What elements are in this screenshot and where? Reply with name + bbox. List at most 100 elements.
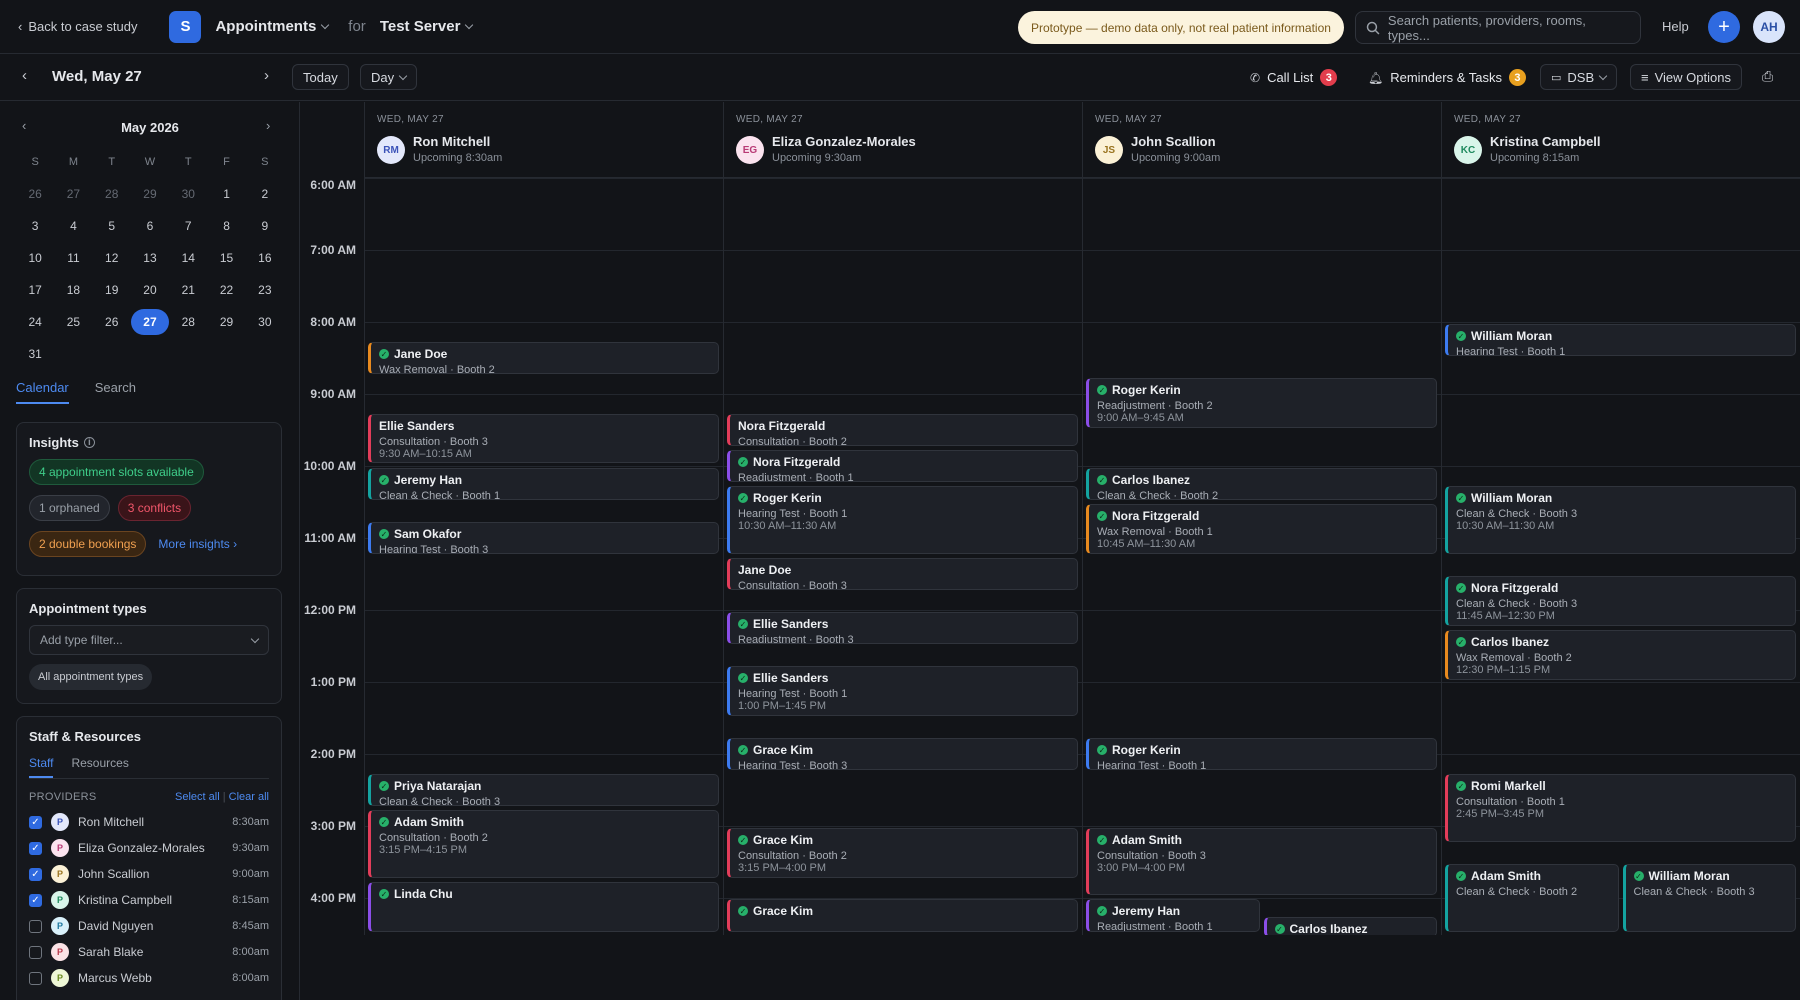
- next-month-button[interactable]: ›: [266, 118, 270, 133]
- double-bookings-chip[interactable]: 2 double bookings: [29, 531, 147, 557]
- user-avatar[interactable]: AH: [1753, 11, 1785, 43]
- calendar-day[interactable]: 25: [54, 315, 92, 329]
- appointment-card[interactable]: ✓ William Moran Clean & Check · Booth 3 10:…: [1445, 486, 1796, 554]
- calendar-day[interactable]: 31: [16, 347, 54, 361]
- appointment-card[interactable]: Jane Doe Consultation · Booth 3: [727, 558, 1078, 590]
- help-button[interactable]: Help: [1662, 19, 1689, 34]
- conflicts-chip[interactable]: 3 conflicts: [117, 495, 192, 521]
- view-options-button[interactable]: ≡ View Options: [1630, 64, 1742, 90]
- tab-calendar[interactable]: Calendar: [16, 380, 69, 404]
- appointment-card[interactable]: ✓ Jeremy Han Clean & Check · Booth 1: [368, 468, 719, 500]
- calendar-day[interactable]: 30: [169, 187, 207, 201]
- calendar-day[interactable]: 17: [16, 283, 54, 297]
- print-icon[interactable]: ⎙: [1762, 68, 1773, 85]
- calendar-day[interactable]: 15: [207, 251, 245, 265]
- calendar-day[interactable]: 3: [16, 219, 54, 233]
- provider-checkbox[interactable]: ✓: [29, 867, 42, 881]
- clear-all-link[interactable]: Clear all: [229, 791, 269, 803]
- back-link[interactable]: ‹ Back to case study: [18, 19, 137, 34]
- appointment-card[interactable]: ✓ Grace Kim: [727, 899, 1078, 932]
- calendar-day[interactable]: 26: [16, 187, 54, 201]
- more-insights-link[interactable]: More insights ›: [158, 537, 237, 551]
- app-switcher[interactable]: Appointments: [215, 18, 330, 35]
- calendar-day[interactable]: 2: [246, 187, 284, 201]
- calendar-day[interactable]: 8: [207, 219, 245, 233]
- slots-chip[interactable]: 4 appointment slots available: [29, 459, 204, 485]
- appointment-card[interactable]: ✓ Roger Kerin Hearing Test · Booth 1 10:30 …: [727, 486, 1078, 554]
- calendar-day[interactable]: 5: [93, 219, 131, 233]
- calendar-day[interactable]: 10: [16, 251, 54, 265]
- calendar-day[interactable]: 7: [169, 219, 207, 233]
- appointment-card[interactable]: ✓ Adam Smith Clean & Check · Booth 2: [1445, 864, 1619, 932]
- appointment-card[interactable]: ✓ Romi Markell Consultation · Booth 1 2:45 …: [1445, 774, 1796, 842]
- appointment-card[interactable]: ✓ Roger Kerin Hearing Test · Booth 1: [1086, 738, 1437, 770]
- appointment-card[interactable]: ✓ Grace Kim Consultation · Booth 2 3:15 PM–…: [727, 828, 1078, 878]
- calendar-day[interactable]: 24: [16, 315, 54, 329]
- calendar-day[interactable]: 29: [131, 187, 169, 201]
- provider-checkbox[interactable]: ✓: [29, 893, 42, 907]
- reminders-button[interactable]: 🔔︎ Reminders & Tasks 3: [1368, 69, 1526, 86]
- select-all-link[interactable]: Select all: [175, 791, 220, 803]
- calendar-day[interactable]: 16: [246, 251, 284, 265]
- appointment-card[interactable]: ✓ Adam Smith Consultation · Booth 2 3:15 PM…: [368, 810, 719, 878]
- calendar-day[interactable]: 6: [131, 219, 169, 233]
- calendar-day[interactable]: 28: [93, 187, 131, 201]
- provider-checkbox[interactable]: [29, 919, 42, 933]
- provider-row[interactable]: ✓ P John Scallion 9:00am: [29, 861, 269, 887]
- appointment-card[interactable]: ✓ Ellie Sanders Hearing Test · Booth 1 1:00…: [727, 666, 1078, 716]
- calendar-day[interactable]: 1: [207, 187, 245, 201]
- appointment-card[interactable]: ✓ Ellie Sanders Readjustment · Booth 3: [727, 612, 1078, 644]
- column-provider-name[interactable]: Kristina Campbell: [1490, 134, 1788, 149]
- provider-checkbox[interactable]: [29, 971, 42, 985]
- tab-search[interactable]: Search: [95, 380, 136, 404]
- provider-row[interactable]: P Marcus Webb 8:00am: [29, 965, 269, 991]
- provider-row[interactable]: ✓ P Kristina Campbell 8:15am: [29, 887, 269, 913]
- provider-row[interactable]: ✓ P Ron Mitchell 8:30am: [29, 809, 269, 835]
- appointment-card[interactable]: ✓ Linda Chu: [368, 882, 719, 932]
- provider-row[interactable]: P Sarah Blake 8:00am: [29, 939, 269, 965]
- tab-resources[interactable]: Resources: [71, 756, 128, 778]
- appointment-card[interactable]: ✓ Jane Doe Wax Removal · Booth 2: [368, 342, 719, 374]
- column-provider-name[interactable]: John Scallion: [1131, 134, 1429, 149]
- column-provider-name[interactable]: Ron Mitchell: [413, 134, 711, 149]
- appointment-card[interactable]: ✓ Roger Kerin Readjustment · Booth 2 9:00 A…: [1086, 378, 1437, 428]
- location-select[interactable]: ▭ DSB: [1540, 64, 1618, 90]
- appointment-card[interactable]: ✓ Nora Fitzgerald Wax Removal · Booth 1 10:…: [1086, 504, 1437, 554]
- calendar-day[interactable]: 22: [207, 283, 245, 297]
- view-select[interactable]: Day: [360, 64, 418, 90]
- provider-checkbox[interactable]: ✓: [29, 815, 42, 829]
- appointment-card[interactable]: ✓ Grace Kim Hearing Test · Booth 3: [727, 738, 1078, 770]
- appointment-card[interactable]: ✓ Sam Okafor Hearing Test · Booth 3: [368, 522, 719, 554]
- appointment-card[interactable]: Ellie Sanders Consultation · Booth 3 9:30 …: [368, 414, 719, 464]
- calendar-day[interactable]: 12: [93, 251, 131, 265]
- search-input[interactable]: Search patients, providers, rooms, types…: [1355, 11, 1641, 44]
- appointment-card[interactable]: ✓ Carlos Ibanez Clean & Check · Booth 2: [1086, 468, 1437, 500]
- appointment-card[interactable]: ✓ William Moran Hearing Test · Booth 1: [1445, 324, 1796, 356]
- appointment-card[interactable]: ✓ Adam Smith Consultation · Booth 3 3:00 PM…: [1086, 828, 1437, 896]
- appointment-card[interactable]: ✓ Jeremy Han Readjustment · Booth 1: [1086, 899, 1260, 932]
- provider-row[interactable]: P David Nguyen 8:45am: [29, 913, 269, 939]
- type-filter-select[interactable]: Add type filter...: [29, 625, 269, 655]
- call-list-button[interactable]: ✆ Call List 3: [1250, 69, 1338, 86]
- new-appointment-button[interactable]: +: [1708, 11, 1740, 43]
- calendar-day[interactable]: 18: [54, 283, 92, 297]
- calendar-day[interactable]: 26: [93, 315, 131, 329]
- calendar-day[interactable]: 27: [54, 187, 92, 201]
- appointment-card[interactable]: Nora Fitzgerald Consultation · Booth 2: [727, 414, 1078, 446]
- calendar-day[interactable]: 9: [246, 219, 284, 233]
- appointment-card[interactable]: ✓ Carlos Ibanez: [1263, 917, 1437, 935]
- calendar-day[interactable]: 20: [131, 283, 169, 297]
- appointment-card[interactable]: ✓ William Moran Clean & Check · Booth 3: [1622, 864, 1796, 932]
- calendar-day[interactable]: 4: [54, 219, 92, 233]
- calendar-day[interactable]: 14: [169, 251, 207, 265]
- calendar-day[interactable]: 30: [246, 315, 284, 329]
- all-types-chip[interactable]: All appointment types: [29, 664, 153, 690]
- calendar-day[interactable]: 11: [54, 251, 92, 265]
- provider-row[interactable]: ✓ P Eliza Gonzalez-Morales 9:30am: [29, 835, 269, 861]
- provider-checkbox[interactable]: [29, 945, 42, 959]
- calendar-day[interactable]: 23: [246, 283, 284, 297]
- calendar-day[interactable]: 21: [169, 283, 207, 297]
- today-button[interactable]: Today: [292, 64, 349, 90]
- calendar-day[interactable]: 28: [169, 315, 207, 329]
- appointment-card[interactable]: ✓ Nora Fitzgerald Clean & Check · Booth 31…: [1445, 576, 1796, 626]
